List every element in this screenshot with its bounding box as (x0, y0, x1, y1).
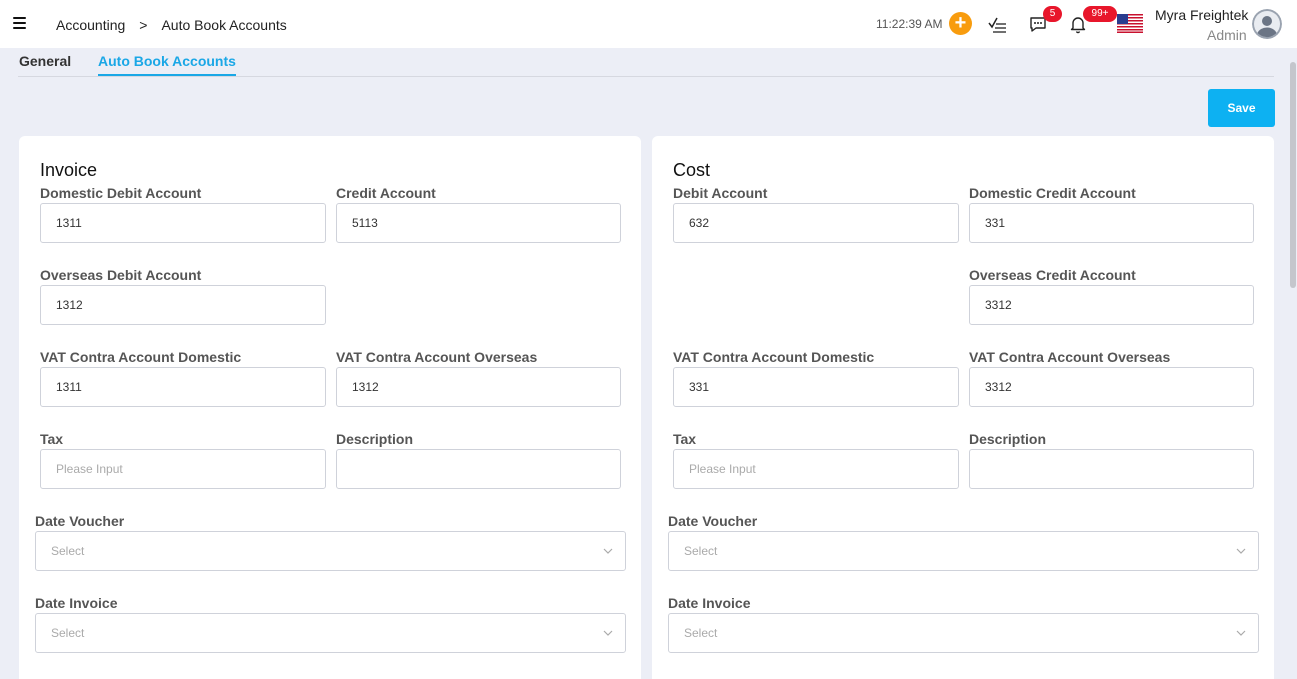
description-label: Description (336, 431, 414, 447)
vat-domestic-input[interactable]: 331 (673, 367, 959, 407)
tax-label: Tax (40, 431, 64, 447)
date-voucher-label: Date Voucher (35, 513, 125, 529)
breadcrumb-separator: > (139, 17, 148, 33)
date-voucher-placeholder: Select (684, 544, 718, 558)
invoice-title: Invoice (40, 160, 98, 180)
chevron-down-icon (1236, 630, 1246, 636)
description-label: Description (969, 431, 1047, 447)
tax-label: Tax (673, 431, 697, 447)
chevron-down-icon (603, 548, 613, 554)
breadcrumb-accounting[interactable]: Accounting (56, 17, 125, 33)
vat-domestic-input[interactable]: 1311 (40, 367, 326, 407)
overseas-credit-input[interactable]: 3312 (969, 285, 1254, 325)
domestic-debit-input[interactable]: 1311 (40, 203, 326, 243)
breadcrumb-current: Auto Book Accounts (161, 17, 287, 33)
menu-icon[interactable] (13, 17, 26, 29)
date-voucher-label: Date Voucher (668, 513, 758, 529)
debit-label: Debit Account (673, 185, 768, 201)
domestic-credit-label: Domestic Credit Account (969, 185, 1136, 201)
avatar[interactable] (1252, 9, 1282, 39)
top-bar: Accounting > Auto Book Accounts 11:22:39 A… (0, 0, 1297, 48)
tab-bar: General Auto Book Accounts (18, 48, 1274, 77)
invoice-card: Invoice Domestic Debit Account 1311 Cred… (19, 136, 641, 679)
date-voucher-select[interactable]: Select (668, 531, 1259, 571)
date-invoice-select[interactable]: Select (668, 613, 1259, 653)
chat-badge: 5 (1043, 6, 1062, 22)
add-button[interactable]: + (949, 12, 972, 35)
vat-overseas-label: VAT Contra Account Overseas (969, 349, 1171, 365)
date-invoice-label: Date Invoice (35, 595, 118, 611)
user-role: Admin (1207, 27, 1247, 43)
cost-title: Cost (673, 160, 711, 180)
tab-general[interactable]: General (19, 53, 71, 76)
vat-overseas-input[interactable]: 3312 (969, 367, 1254, 407)
credit-label: Credit Account (336, 185, 436, 201)
user-name[interactable]: Myra Freightek (1155, 7, 1248, 23)
description-input[interactable] (336, 449, 621, 489)
domestic-debit-label: Domestic Debit Account (40, 185, 202, 201)
chevron-down-icon (1236, 548, 1246, 554)
tax-input[interactable]: Please Input (40, 449, 326, 489)
vat-domestic-label: VAT Contra Account Domestic (40, 349, 242, 365)
description-input[interactable] (969, 449, 1254, 489)
chevron-down-icon (603, 630, 613, 636)
overseas-debit-label: Overseas Debit Account (40, 267, 202, 283)
scrollbar-thumb[interactable] (1290, 62, 1296, 288)
checklist-icon[interactable] (987, 14, 1007, 34)
clock: 11:22:39 AM (876, 17, 943, 31)
tax-input[interactable]: Please Input (673, 449, 959, 489)
overseas-debit-input[interactable]: 1312 (40, 285, 326, 325)
date-invoice-select[interactable]: Select (35, 613, 626, 653)
date-voucher-select[interactable]: Select (35, 531, 626, 571)
vat-domestic-label: VAT Contra Account Domestic (673, 349, 875, 365)
breadcrumb: Accounting > Auto Book Accounts (56, 17, 287, 33)
date-voucher-placeholder: Select (51, 544, 85, 558)
date-invoice-placeholder: Select (684, 626, 718, 640)
credit-input[interactable]: 5113 (336, 203, 621, 243)
notification-badge: 99+ (1083, 6, 1117, 22)
cost-card: Cost Debit Account 632 Domestic Credit A… (652, 136, 1274, 679)
date-invoice-placeholder: Select (51, 626, 85, 640)
date-invoice-label: Date Invoice (668, 595, 751, 611)
overseas-credit-label: Overseas Credit Account (969, 267, 1136, 283)
us-flag-icon[interactable] (1117, 14, 1143, 33)
vat-overseas-input[interactable]: 1312 (336, 367, 621, 407)
domestic-credit-input[interactable]: 331 (969, 203, 1254, 243)
tab-auto-book-accounts[interactable]: Auto Book Accounts (98, 53, 236, 76)
vat-overseas-label: VAT Contra Account Overseas (336, 349, 538, 365)
debit-input[interactable]: 632 (673, 203, 959, 243)
save-button[interactable]: Save (1208, 89, 1275, 127)
